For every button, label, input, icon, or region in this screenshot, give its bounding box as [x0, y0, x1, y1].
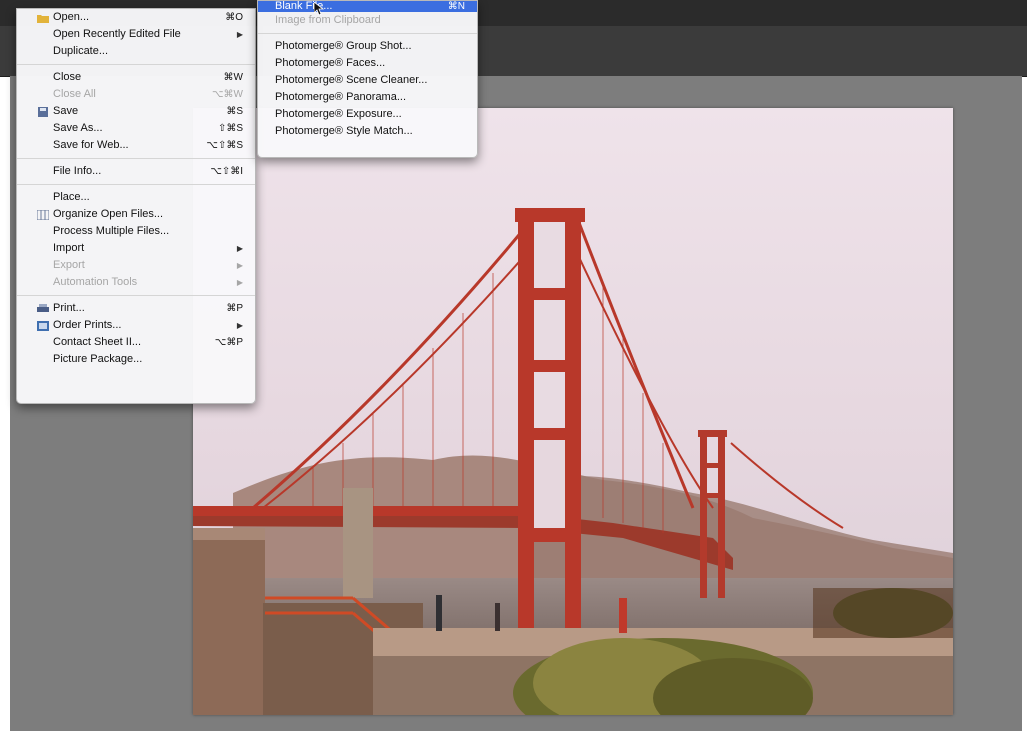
menu-item-shortcut: ⌥⌘W: [212, 89, 243, 100]
menu-separator: [258, 33, 477, 34]
menu-item-close[interactable]: Close ⌘W: [17, 69, 255, 86]
menu-item-photomerge-panorama[interactable]: Photomerge® Panorama...: [258, 89, 477, 106]
menu-item-label: Open...: [53, 11, 90, 23]
menu-item-label: Photomerge® Panorama...: [275, 91, 407, 103]
submenu-arrow-icon: ▶: [236, 244, 243, 253]
menu-item-label: Place...: [53, 191, 90, 203]
menu-item-blank-file[interactable]: Blank File... ⌘N: [258, 1, 477, 12]
menu-item-label: Close: [53, 71, 82, 83]
file-menu: Open... ⌘O Open Recently Edited File ▶ D…: [16, 8, 256, 404]
menu-separator: [17, 64, 255, 65]
menu-item-shortcut: ⌥⇧⌘I: [210, 166, 243, 177]
menu-item-process-multiple-files[interactable]: Process Multiple Files...: [17, 223, 255, 240]
submenu-arrow-icon: ▶: [236, 30, 243, 39]
menu-item-label: Import: [53, 242, 85, 254]
menu-item-label: Photomerge® Group Shot...: [275, 40, 412, 52]
submenu-arrow-icon: ▶: [236, 321, 243, 330]
menu-item-label: Picture Package...: [53, 353, 143, 365]
menu-item-label: Image from Clipboard: [275, 14, 381, 26]
menu-item-save-for-web[interactable]: Save for Web... ⌥⇧⌘S: [17, 137, 255, 154]
menu-item-shortcut: ⌘N: [447, 1, 465, 12]
menu-item-order-prints[interactable]: Order Prints... ▶: [17, 317, 255, 334]
menu-item-open[interactable]: Open... ⌘O: [17, 9, 255, 26]
menu-item-label: File Info...: [53, 165, 102, 177]
menu-item-label: Photomerge® Faces...: [275, 57, 386, 69]
menu-item-save[interactable]: Save ⌘S: [17, 103, 255, 120]
menu-item-shortcut: ⌘S: [226, 106, 243, 117]
menu-item-label: Save: [53, 105, 79, 117]
menu-item-contact-sheet[interactable]: Contact Sheet II... ⌥⌘P: [17, 334, 255, 351]
menu-item-import[interactable]: Import ▶: [17, 240, 255, 257]
menu-item-photomerge-scene-cleaner[interactable]: Photomerge® Scene Cleaner...: [258, 72, 477, 89]
menu-item-label: Organize Open Files...: [53, 208, 164, 220]
menu-separator: [17, 184, 255, 185]
menu-item-print[interactable]: Print... ⌘P: [17, 300, 255, 317]
menu-item-file-info[interactable]: File Info... ⌥⇧⌘I: [17, 163, 255, 180]
menu-item-shortcut: ⌘P: [226, 303, 243, 314]
menu-item-picture-package[interactable]: Picture Package...: [17, 351, 255, 368]
menu-item-shortcut: ⌘W: [223, 72, 243, 83]
mouse-cursor-icon: [314, 2, 324, 16]
menu-item-label: Close All: [53, 88, 96, 100]
submenu-arrow-icon: ▶: [236, 261, 243, 270]
save-icon: [37, 106, 49, 117]
submenu-arrow-icon: ▶: [236, 278, 243, 287]
menu-item-label: Order Prints...: [53, 319, 122, 331]
menu-item-export: Export ▶: [17, 257, 255, 274]
menu-item-label: Process Multiple Files...: [53, 225, 170, 237]
menu-item-photomerge-faces[interactable]: Photomerge® Faces...: [258, 55, 477, 72]
menu-item-label: Print...: [53, 302, 85, 314]
bridge-photo: [193, 108, 953, 715]
menu-item-label: Save for Web...: [53, 139, 129, 151]
menu-item-open-recently-edited[interactable]: Open Recently Edited File ▶: [17, 26, 255, 43]
menu-item-shortcut: ⇧⌘S: [217, 123, 243, 134]
menu-item-shortcut: ⌥⇧⌘S: [206, 140, 243, 151]
order-prints-icon: [37, 320, 49, 331]
menu-item-photomerge-exposure[interactable]: Photomerge® Exposure...: [258, 106, 477, 123]
menu-item-label: Photomerge® Scene Cleaner...: [275, 74, 428, 86]
menu-item-image-from-clipboard: Image from Clipboard: [258, 12, 477, 29]
menu-item-label: Export: [53, 259, 85, 271]
menu-item-shortcut: ⌥⌘P: [214, 337, 243, 348]
menu-separator: [17, 295, 255, 296]
menu-item-label: Automation Tools: [53, 276, 138, 288]
menu-item-shortcut: ⌘O: [225, 12, 243, 23]
menu-item-automation-tools: Automation Tools ▶: [17, 274, 255, 291]
menu-item-photomerge-style-match[interactable]: Photomerge® Style Match...: [258, 123, 477, 140]
print-icon: [37, 303, 49, 313]
menu-item-place[interactable]: Place...: [17, 189, 255, 206]
menu-item-label: Photomerge® Exposure...: [275, 108, 402, 120]
document-image[interactable]: [193, 108, 953, 715]
menu-item-label: Contact Sheet II...: [53, 336, 142, 348]
menu-item-label: Save As...: [53, 122, 103, 134]
menu-item-label: Photomerge® Style Match...: [275, 125, 413, 137]
organize-icon: [36, 209, 50, 221]
menu-item-save-as[interactable]: Save As... ⇧⌘S: [17, 120, 255, 137]
menu-item-photomerge-group-shot[interactable]: Photomerge® Group Shot...: [258, 38, 477, 55]
menu-item-label: Open Recently Edited File: [53, 28, 181, 40]
menu-item-organize-open-files[interactable]: Organize Open Files...: [17, 206, 255, 223]
folder-icon: [37, 12, 49, 23]
new-submenu: Blank File... ⌘N Image from Clipboard Ph…: [257, 0, 478, 158]
menu-separator: [17, 158, 255, 159]
menu-item-label: Duplicate...: [53, 45, 109, 57]
menu-item-close-all: Close All ⌥⌘W: [17, 86, 255, 103]
menu-item-duplicate[interactable]: Duplicate...: [17, 43, 255, 60]
